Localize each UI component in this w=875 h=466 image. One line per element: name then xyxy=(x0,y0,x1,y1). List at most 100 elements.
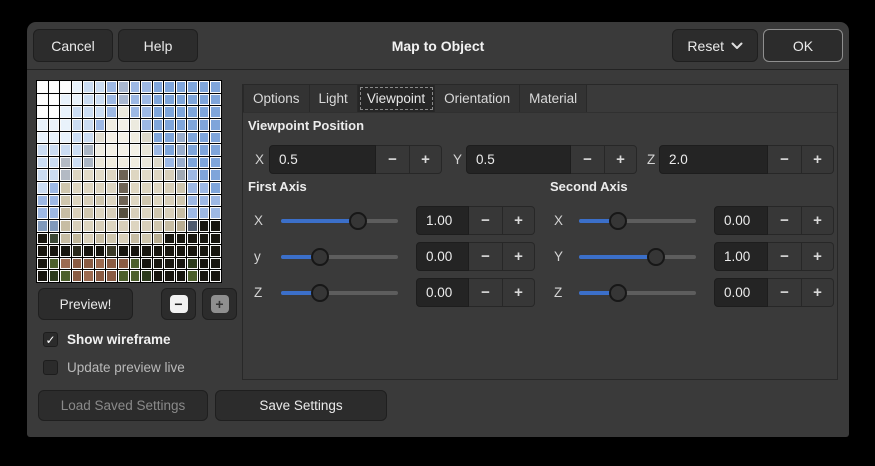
preview-button[interactable]: Preview! xyxy=(38,288,133,320)
second-axis-y-input[interactable]: 1.00 xyxy=(714,242,768,271)
first-axis-x-input[interactable]: 1.00 xyxy=(416,206,469,235)
viewpoint-x-increment-button[interactable]: + xyxy=(410,145,442,174)
second-axis-x-decrement-button[interactable]: − xyxy=(768,206,802,235)
preview-tile xyxy=(153,94,164,106)
load-saved-settings-button[interactable]: Load Saved Settings xyxy=(38,390,208,421)
preview-tile xyxy=(60,220,71,232)
viewpoint-z-input[interactable]: 2.0 xyxy=(659,145,768,174)
first-axis-y-increment-button[interactable]: + xyxy=(503,242,535,271)
second-axis-x-slider[interactable] xyxy=(579,206,696,236)
first-axis-x-decrement-button[interactable]: − xyxy=(469,206,503,235)
checkbox-label: Update preview live xyxy=(67,360,185,375)
second-axis-y-increment-button[interactable]: + xyxy=(802,242,834,271)
preview-tile xyxy=(187,157,198,169)
first-axis-z-increment-button[interactable]: + xyxy=(503,278,535,307)
slider-handle[interactable] xyxy=(311,248,329,266)
preview-tile xyxy=(187,132,198,144)
tab-viewpoint[interactable]: Viewpoint xyxy=(358,85,435,112)
slider-handle[interactable] xyxy=(349,212,367,230)
viewpoint-z-increment-button[interactable]: + xyxy=(802,145,834,174)
viewpoint-z-decrement-button[interactable]: − xyxy=(768,145,802,174)
preview-tile xyxy=(106,132,117,144)
preview-tile xyxy=(176,94,187,106)
second-axis-y-slider[interactable] xyxy=(579,242,696,272)
preview-tile xyxy=(83,94,94,106)
preview-tile xyxy=(60,119,71,131)
preview-tile xyxy=(118,81,129,93)
preview-tile xyxy=(130,106,141,118)
preview-tile xyxy=(37,81,48,93)
viewpoint-y-decrement-button[interactable]: − xyxy=(571,145,605,174)
second-axis-z-decrement-button[interactable]: − xyxy=(768,278,802,307)
second-axis-z-input[interactable]: 0.00 xyxy=(714,278,768,307)
preview-tile xyxy=(199,157,210,169)
preview-tile xyxy=(83,270,94,282)
chevron-down-icon xyxy=(731,42,743,50)
second-axis-x-input[interactable]: 0.00 xyxy=(714,206,768,235)
first-axis-z-decrement-button[interactable]: − xyxy=(469,278,503,307)
first-axis-y-slider[interactable] xyxy=(281,242,398,272)
cancel-button[interactable]: Cancel xyxy=(33,29,113,62)
preview-tile xyxy=(141,106,152,118)
preview-tile xyxy=(210,132,221,144)
reset-button[interactable]: Reset xyxy=(672,29,758,62)
preview-tile xyxy=(118,144,129,156)
preview-tile xyxy=(49,94,60,106)
preview-tile xyxy=(49,182,60,194)
unchecked-checkbox-icon[interactable] xyxy=(43,360,58,375)
zoom-out-button[interactable]: − xyxy=(161,288,196,320)
preview-tile xyxy=(72,182,83,194)
preview-tile xyxy=(164,169,175,181)
preview-tile xyxy=(60,169,71,181)
second-axis-x-label: X xyxy=(554,206,563,236)
second-axis-y-decrement-button[interactable]: − xyxy=(768,242,802,271)
first-axis-z-slider[interactable] xyxy=(281,278,398,308)
preview-tile xyxy=(60,245,71,257)
preview-tile xyxy=(118,119,129,131)
ok-button[interactable]: OK xyxy=(763,29,843,62)
preview-tile xyxy=(95,106,106,118)
preview-tile xyxy=(106,144,117,156)
slider-handle[interactable] xyxy=(647,248,665,266)
help-button[interactable]: Help xyxy=(118,29,198,62)
viewpoint-y-input[interactable]: 0.5 xyxy=(466,145,571,174)
first-axis-y-label: y xyxy=(254,242,261,272)
second-axis-z-slider[interactable] xyxy=(579,278,696,308)
preview-tile xyxy=(153,233,164,245)
checkbox-show-wireframe[interactable]: ✓Show wireframe xyxy=(43,331,171,348)
viewpoint-y-increment-button[interactable]: + xyxy=(605,145,637,174)
first-axis-z-input[interactable]: 0.00 xyxy=(416,278,469,307)
tab-material[interactable]: Material xyxy=(520,85,587,112)
viewpoint-x-input[interactable]: 0.5 xyxy=(269,145,376,174)
second-axis-x-increment-button[interactable]: + xyxy=(802,206,834,235)
preview-tile xyxy=(164,233,175,245)
preview-tile xyxy=(176,169,187,181)
preview-tile xyxy=(37,144,48,156)
preview-tile xyxy=(95,182,106,194)
tab-light[interactable]: Light xyxy=(310,85,358,112)
zoom-in-button[interactable]: + xyxy=(202,288,237,320)
slider-handle[interactable] xyxy=(609,284,627,302)
settings-notebook: OptionsLightViewpointOrientationMaterial… xyxy=(242,84,838,380)
preview-tile xyxy=(130,182,141,194)
viewpoint-x-decrement-button[interactable]: − xyxy=(376,145,410,174)
preview-tile xyxy=(106,233,117,245)
preview-tile xyxy=(95,245,106,257)
preview-tile xyxy=(37,207,48,219)
slider-handle[interactable] xyxy=(311,284,329,302)
second-axis-z-increment-button[interactable]: + xyxy=(802,278,834,307)
first-axis-y-input[interactable]: 0.00 xyxy=(416,242,469,271)
save-settings-button[interactable]: Save Settings xyxy=(215,390,387,421)
tab-orientation[interactable]: Orientation xyxy=(435,85,520,112)
preview-tile xyxy=(49,258,60,270)
checked-checkbox-icon[interactable]: ✓ xyxy=(43,332,58,347)
first-axis-x-increment-button[interactable]: + xyxy=(503,206,535,235)
preview-tile xyxy=(106,220,117,232)
checkbox-update-preview-live[interactable]: Update preview live xyxy=(43,359,185,376)
tab-options[interactable]: Options xyxy=(243,85,310,112)
preview-tile xyxy=(72,106,83,118)
first-axis-y-decrement-button[interactable]: − xyxy=(469,242,503,271)
slider-handle[interactable] xyxy=(609,212,627,230)
preview-tile xyxy=(72,144,83,156)
first-axis-x-slider[interactable] xyxy=(281,206,398,236)
